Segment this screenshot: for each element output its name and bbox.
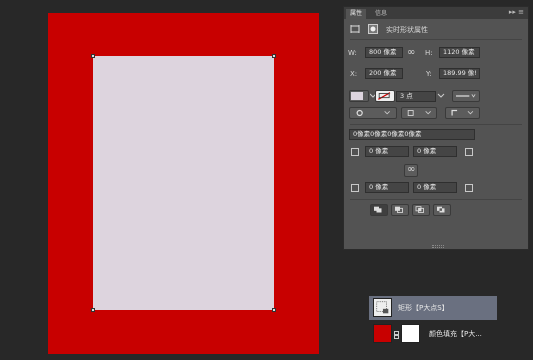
intersect-areas-button[interactable] (412, 204, 430, 216)
corner-tl-checkbox[interactable] (351, 148, 359, 156)
layer-row-rectangle[interactable]: 矩形【P大点S】 (369, 296, 497, 320)
panel-resize-grip[interactable] (432, 245, 444, 248)
subtract-front-button[interactable] (391, 204, 409, 216)
stroke-align-dropdown[interactable] (349, 107, 397, 119)
stroke-type-button[interactable] (452, 90, 480, 102)
layer-name: 矩形【P大点S】 (398, 304, 449, 312)
width-label: W: (348, 49, 357, 57)
layer-row-color-fill[interactable]: 颜色填充【P大... (369, 322, 497, 346)
link-corners-button[interactable]: ∞ (404, 164, 418, 177)
divider (350, 39, 522, 40)
panel-menu-icon[interactable]: ▸▸ ≡ (509, 8, 524, 16)
subtract-front-icon (395, 206, 403, 213)
shape-layer-icon (376, 301, 389, 314)
stroke-width-dropdown-icon[interactable] (437, 93, 445, 99)
divider (350, 124, 522, 125)
stroke-color-button[interactable] (375, 90, 395, 102)
layer-mask-thumbnail[interactable] (401, 324, 420, 343)
width-field[interactable]: 800 像素 (365, 47, 403, 58)
corner-top-left-field[interactable]: 0 像素 (365, 146, 409, 157)
exclude-overlap-button[interactable] (433, 204, 451, 216)
mask-icon[interactable] (368, 24, 378, 34)
line-style-icon (456, 94, 476, 98)
corner-bottom-left-field[interactable]: 0 像素 (365, 182, 409, 193)
chain-link-icon[interactable] (394, 331, 399, 339)
anchor-point-bottom-right[interactable] (272, 308, 276, 312)
link-icon: ∞ (407, 164, 416, 175)
combine-shapes-button[interactable] (370, 204, 388, 216)
layer-thumbnail (373, 298, 392, 317)
tab-info[interactable]: 信息 (371, 9, 391, 19)
line-caps-icon (407, 110, 431, 116)
link-icon[interactable]: ∞ (407, 47, 415, 58)
y-field[interactable]: 189.99 像! (439, 68, 480, 79)
stroke-width-field[interactable]: 3 点 (396, 91, 436, 102)
panel-tab-bar: 属性 信息 ▸▸ ≡ (344, 7, 528, 19)
line-corners-icon (451, 109, 474, 116)
corner-tr-checkbox[interactable] (465, 148, 473, 156)
combine-shapes-icon (374, 206, 382, 213)
layer-name: 颜色填充【P大... (429, 330, 482, 338)
exclude-overlap-icon (437, 206, 445, 213)
corner-bottom-right-field[interactable]: 0 像素 (413, 182, 457, 193)
y-label: Y: (426, 70, 432, 78)
x-field[interactable]: 200 像素 (365, 68, 403, 79)
x-label: X: (350, 70, 358, 78)
corner-br-checkbox[interactable] (465, 184, 473, 192)
layers-panel: 矩形【P大点S】 颜色填充【P大... (369, 296, 497, 348)
rectangle-shape[interactable] (93, 56, 274, 310)
anchor-point-top-left[interactable] (91, 54, 95, 58)
corner-radii-field[interactable]: 0像素0像素0像素0像素 (349, 129, 475, 140)
shape-bounds-icon[interactable] (350, 24, 360, 34)
height-label: H: (425, 49, 433, 57)
fill-color-button[interactable] (349, 90, 369, 102)
divider (350, 199, 522, 200)
intersect-areas-icon (415, 206, 424, 213)
tab-properties[interactable]: 属性 (346, 9, 367, 19)
panel-title: 实时形状属性 (386, 26, 428, 34)
stroke-none-icon (378, 92, 391, 100)
stroke-align-icon (356, 109, 390, 117)
color-fill-thumbnail (373, 324, 392, 343)
stroke-corners-dropdown[interactable] (445, 107, 480, 119)
stroke-caps-dropdown[interactable] (401, 107, 437, 119)
height-field[interactable]: 1120 像素 (439, 47, 480, 58)
corner-top-right-field[interactable]: 0 像素 (413, 146, 457, 157)
anchor-point-top-right[interactable] (272, 54, 276, 58)
anchor-point-bottom-left[interactable] (91, 308, 95, 312)
corner-bl-checkbox[interactable] (351, 184, 359, 192)
properties-panel: 属性 信息 ▸▸ ≡ 实时形状属性 W: 800 像素 ∞ H: 1120 像素… (343, 6, 529, 250)
